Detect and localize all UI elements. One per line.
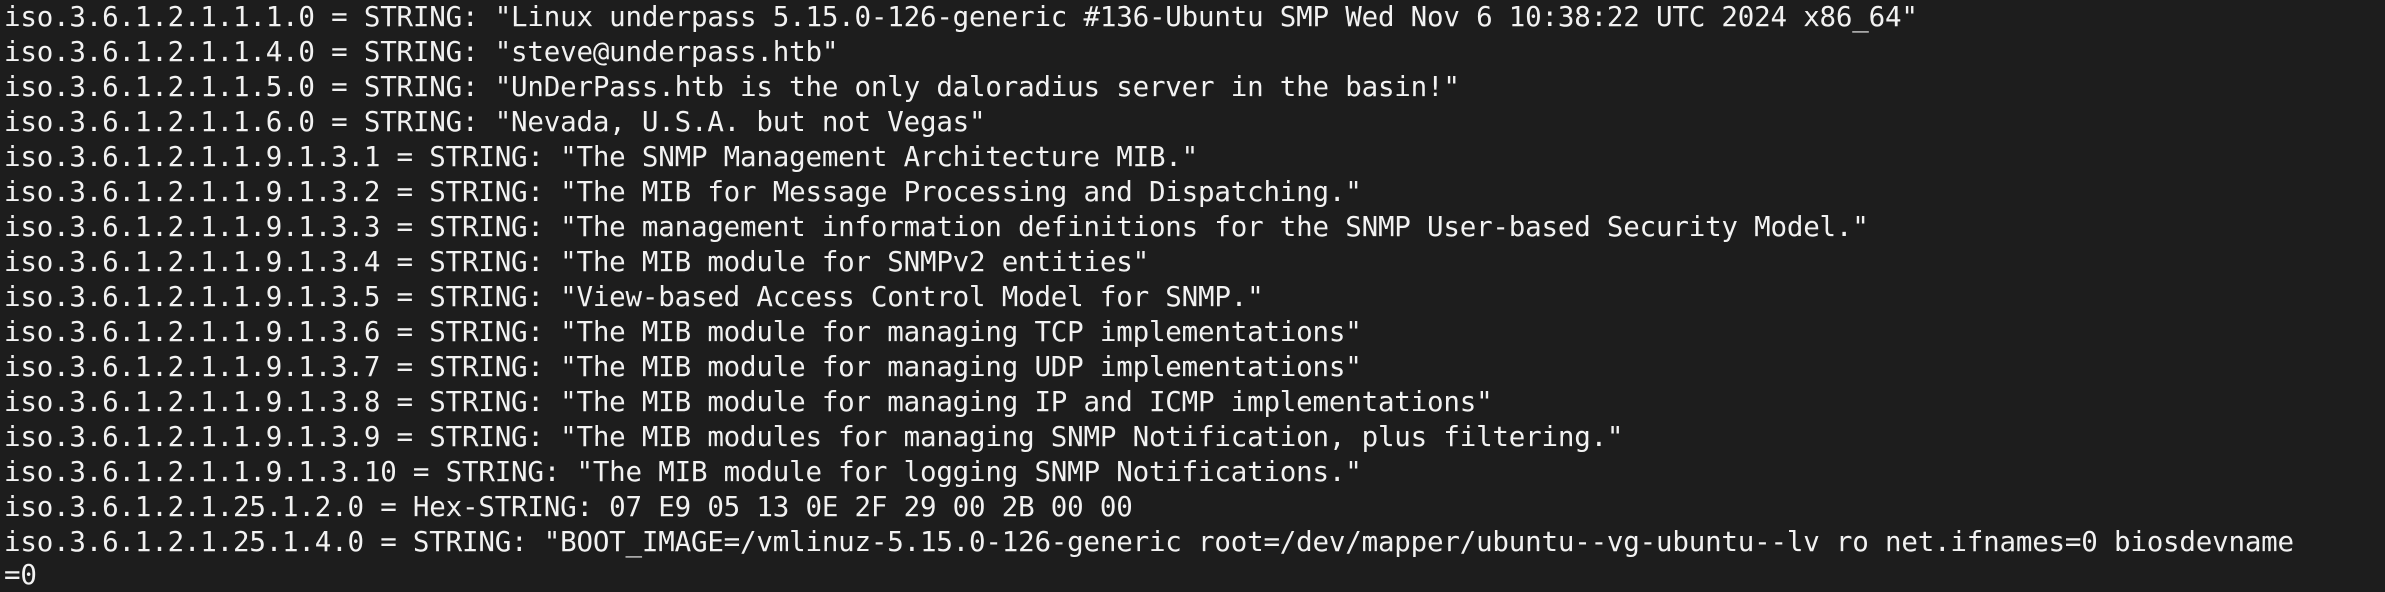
terminal-line-sysor-10: iso.3.6.1.2.1.1.9.1.3.10 = STRING: "The … bbox=[4, 456, 1362, 488]
terminal-line-sysor-4: iso.3.6.1.2.1.1.9.1.3.4 = STRING: "The M… bbox=[4, 246, 1149, 278]
terminal-window[interactable]: iso.3.6.1.2.1.1.1.0 = STRING: "Linux und… bbox=[0, 0, 2385, 592]
terminal-line-sysor-1: iso.3.6.1.2.1.1.9.1.3.1 = STRING: "The S… bbox=[4, 141, 1199, 173]
terminal-line-sysor-3: iso.3.6.1.2.1.1.9.1.3.3 = STRING: "The m… bbox=[4, 211, 1869, 243]
terminal-line-sysor-2: iso.3.6.1.2.1.1.9.1.3.2 = STRING: "The M… bbox=[4, 176, 1362, 208]
terminal-line-sysdescr: iso.3.6.1.2.1.1.1.0 = STRING: "Linux und… bbox=[4, 1, 1918, 33]
terminal-line-hrsystemdate: iso.3.6.1.2.1.25.1.2.0 = Hex-STRING: 07 … bbox=[4, 491, 1133, 523]
terminal-line-sysor-6: iso.3.6.1.2.1.1.9.1.3.6 = STRING: "The M… bbox=[4, 316, 1362, 348]
terminal-line-wrap-continuation: =0 bbox=[4, 559, 37, 591]
terminal-line-syscontact: iso.3.6.1.2.1.1.4.0 = STRING: "steve@und… bbox=[4, 36, 839, 68]
terminal-line-sysor-9: iso.3.6.1.2.1.1.9.1.3.9 = STRING: "The M… bbox=[4, 421, 1624, 453]
terminal-line-sysor-5: iso.3.6.1.2.1.1.9.1.3.5 = STRING: "View-… bbox=[4, 281, 1264, 313]
terminal-line-sysname: iso.3.6.1.2.1.1.5.0 = STRING: "UnDerPass… bbox=[4, 71, 1460, 103]
terminal-line-syslocation: iso.3.6.1.2.1.1.6.0 = STRING: "Nevada, U… bbox=[4, 106, 986, 138]
terminal-line-sysor-7: iso.3.6.1.2.1.1.9.1.3.7 = STRING: "The M… bbox=[4, 351, 1362, 383]
terminal-line-hrsysteminitialloadparams: iso.3.6.1.2.1.25.1.4.0 = STRING: "BOOT_I… bbox=[4, 526, 2294, 558]
terminal-line-sysor-8: iso.3.6.1.2.1.1.9.1.3.8 = STRING: "The M… bbox=[4, 386, 1493, 418]
